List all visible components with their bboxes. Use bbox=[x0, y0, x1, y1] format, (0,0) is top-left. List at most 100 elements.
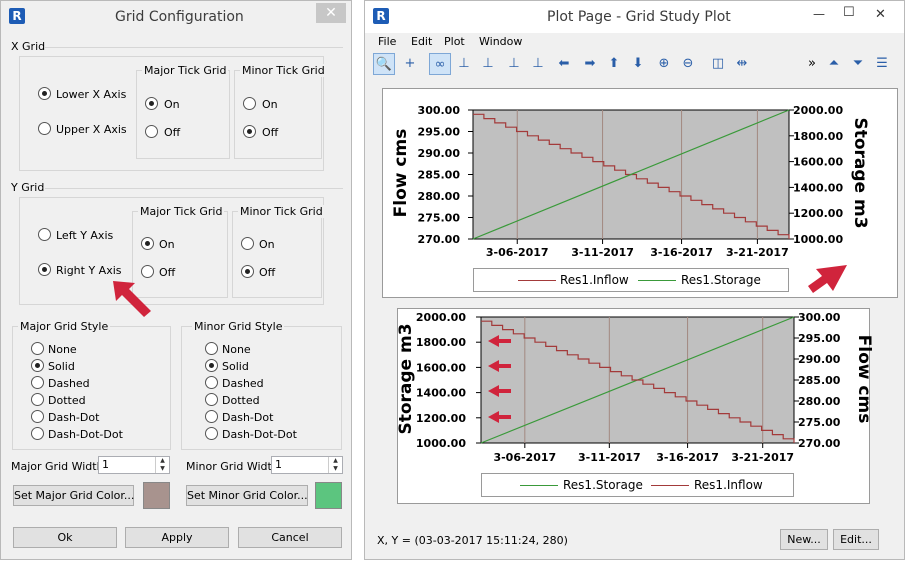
y-major-on-radio[interactable] bbox=[141, 237, 154, 250]
new-button[interactable]: New... bbox=[780, 529, 828, 550]
minor-grid-color-swatch[interactable] bbox=[315, 482, 342, 509]
axis-icon[interactable]: ⊥ bbox=[453, 53, 475, 75]
y-major-tick-grid-title: Major Tick Grid bbox=[138, 205, 225, 218]
zoom-in-icon[interactable]: ⊕ bbox=[653, 53, 675, 75]
align-bottom-icon[interactable]: ⏷ bbox=[847, 53, 869, 75]
y-major-off-label: Off bbox=[159, 266, 176, 279]
list-icon[interactable]: ☰ bbox=[871, 53, 893, 75]
x-major-tick-grid-title: Major Tick Grid bbox=[142, 64, 229, 77]
ok-button[interactable]: Ok bbox=[13, 527, 117, 548]
right-y-axis-radio[interactable] bbox=[38, 263, 51, 276]
major-style-option-label: Dotted bbox=[48, 394, 86, 407]
y-minor-on-label: On bbox=[259, 238, 275, 251]
minor-solid-radio[interactable] bbox=[205, 359, 218, 372]
x-major-on-label: On bbox=[164, 98, 180, 111]
split-icon[interactable]: ◫ bbox=[707, 53, 729, 75]
major-style-option-label: Solid bbox=[48, 360, 75, 373]
legend-label: Res1.Inflow bbox=[694, 478, 763, 492]
arrow-right-icon[interactable]: ➡ bbox=[579, 53, 601, 75]
cancel-button[interactable]: Cancel bbox=[238, 527, 342, 548]
lower-x-axis-radio[interactable] bbox=[38, 87, 51, 100]
x-tick-label: 3-16-2017 bbox=[656, 451, 719, 464]
legend-swatch-inflow bbox=[518, 280, 556, 281]
x-major-tick-grid-box: Major Tick Grid bbox=[136, 64, 230, 159]
minor-dotted-radio[interactable] bbox=[205, 393, 218, 406]
y-major-on-label: On bbox=[159, 238, 175, 251]
set-major-grid-color-button[interactable]: Set Major Grid Color... bbox=[13, 485, 134, 506]
x-minor-off-radio[interactable] bbox=[243, 125, 256, 138]
annotation-arrow-icon bbox=[808, 265, 847, 293]
legend-swatch-inflow bbox=[651, 485, 689, 486]
major-dashed-radio[interactable] bbox=[31, 376, 44, 389]
x-minor-on-radio[interactable] bbox=[243, 97, 256, 110]
apply-button[interactable]: Apply bbox=[125, 527, 229, 548]
right-tick-label: 1400.00 bbox=[793, 181, 843, 194]
y-minor-tick-grid-box: Minor Tick Grid bbox=[232, 205, 325, 298]
axis-icon[interactable]: ⊥ bbox=[527, 53, 549, 75]
spinner-arrows-icon[interactable]: ▲ ▼ bbox=[328, 457, 342, 473]
x-minor-tick-grid-title: Minor Tick Grid bbox=[240, 64, 327, 77]
major-none-radio[interactable] bbox=[31, 342, 44, 355]
legend-label: Res1.Storage bbox=[563, 478, 643, 492]
close-button[interactable]: ✕ bbox=[316, 3, 346, 23]
y-grid-divider bbox=[45, 188, 343, 189]
zoom-out-icon[interactable]: ⊖ bbox=[677, 53, 699, 75]
zoom-icon[interactable]: 🔍 bbox=[373, 53, 395, 75]
axis-icon[interactable]: ⊥ bbox=[477, 53, 499, 75]
legend-label: Res1.Storage bbox=[681, 273, 761, 287]
right-tick-label: 290.00 bbox=[798, 353, 841, 366]
minor-dash-dot-dot-radio[interactable] bbox=[205, 427, 218, 440]
link-icon[interactable]: ∞ bbox=[429, 53, 451, 75]
axis-icon[interactable]: ⊥ bbox=[503, 53, 525, 75]
arrow-down-icon[interactable]: ⬇ bbox=[627, 53, 649, 75]
overflow-icon[interactable]: » bbox=[801, 53, 823, 75]
x-minor-on-label: On bbox=[262, 98, 278, 111]
right-tick-label: 275.00 bbox=[798, 416, 841, 429]
spinner-arrows-icon[interactable]: ▲ ▼ bbox=[155, 457, 169, 473]
upper-x-axis-label: Upper X Axis bbox=[56, 123, 127, 136]
arrow-up-icon[interactable]: ⬆ bbox=[603, 53, 625, 75]
major-dash-dot-dot-radio[interactable] bbox=[31, 427, 44, 440]
align-top-icon[interactable]: ⏶ bbox=[823, 53, 845, 75]
cursor-coordinates-readout: X, Y = (03-03-2017 15:11:24, 280) bbox=[377, 534, 568, 547]
legend-label: Res1.Inflow bbox=[560, 273, 629, 287]
minor-none-radio[interactable] bbox=[205, 342, 218, 355]
edit-button[interactable]: Edit... bbox=[833, 529, 879, 550]
y-grid-legend: Y Grid bbox=[11, 181, 45, 194]
left-y-axis-radio[interactable] bbox=[38, 228, 51, 241]
x-grid-divider bbox=[45, 47, 343, 48]
left-tick-label: 1600.00 bbox=[416, 361, 466, 374]
y-minor-on-radio[interactable] bbox=[241, 237, 254, 250]
x-tick-label: 3-11-2017 bbox=[578, 451, 641, 464]
left-tick-label: 1400.00 bbox=[416, 387, 466, 400]
major-dotted-radio[interactable] bbox=[31, 393, 44, 406]
left-tick-label: 1200.00 bbox=[416, 412, 466, 425]
center-icon[interactable]: ⇹ bbox=[731, 53, 753, 75]
major-dash-dot-radio[interactable] bbox=[31, 410, 44, 423]
major-grid-style-title: Major Grid Style bbox=[18, 320, 111, 333]
right-axis-title: Storage m3 bbox=[850, 117, 870, 228]
x-major-on-radio[interactable] bbox=[145, 97, 158, 110]
x-tick-label: 3-16-2017 bbox=[650, 246, 713, 259]
left-tick-label: 285.00 bbox=[418, 169, 461, 182]
minor-dash-dot-radio[interactable] bbox=[205, 410, 218, 423]
crosshair-icon[interactable]: + bbox=[399, 53, 421, 75]
right-axis-title: Flow cms bbox=[854, 335, 874, 424]
upper-x-axis-radio[interactable] bbox=[38, 122, 51, 135]
major-grid-width-value: 1 bbox=[102, 458, 109, 471]
right-tick-label: 1200.00 bbox=[793, 207, 843, 220]
minor-style-option-label: Dotted bbox=[222, 394, 260, 407]
set-minor-grid-color-button[interactable]: Set Minor Grid Color... bbox=[186, 485, 308, 506]
major-grid-color-swatch[interactable] bbox=[143, 482, 170, 509]
major-solid-radio[interactable] bbox=[31, 359, 44, 372]
minor-style-option-label: Solid bbox=[222, 360, 249, 373]
y-minor-off-radio[interactable] bbox=[241, 265, 254, 278]
left-tick-label: 300.00 bbox=[418, 104, 461, 117]
arrow-left-icon[interactable]: ⬅ bbox=[553, 53, 575, 75]
y-minor-tick-grid-title: Minor Tick Grid bbox=[238, 205, 325, 218]
minor-dashed-radio[interactable] bbox=[205, 376, 218, 389]
left-tick-label: 1800.00 bbox=[416, 336, 466, 349]
major-grid-width-spinner[interactable]: 1 ▲ ▼ bbox=[98, 456, 170, 474]
x-major-off-radio[interactable] bbox=[145, 125, 158, 138]
minor-grid-width-spinner[interactable]: 1 ▲ ▼ bbox=[271, 456, 343, 474]
